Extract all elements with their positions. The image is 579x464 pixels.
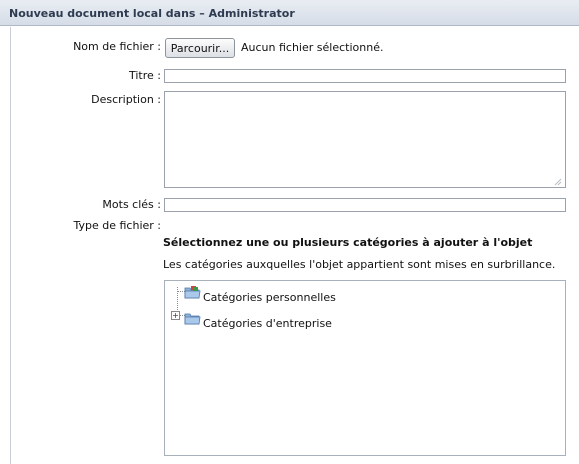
tree-node-enterprise[interactable]: Catégories d'entreprise [184,311,384,331]
tree-node-label: Catégories personnelles [203,291,336,304]
description-label: Description : [91,93,161,106]
keywords-input[interactable] [164,198,566,212]
category-tree[interactable]: Catégories personnelles + Catégories d'e… [164,280,566,456]
window-titlebar: Nouveau document local dans – Administra… [0,0,579,26]
title-label: Titre : [128,69,161,82]
expand-plus-icon[interactable]: + [171,311,180,320]
tree-node-personal[interactable]: Catégories personnelles [184,285,384,305]
categories-hint: Les catégories auxquelles l'objet appart… [163,258,556,271]
file-type-label: Type de fichier : [73,219,161,232]
folder-icon [184,285,201,300]
keywords-label: Mots clés : [102,198,161,211]
browse-button[interactable]: Parcourir... [165,38,235,58]
file-status-text: Aucun fichier sélectionné. [241,41,384,54]
tree-node-label: Catégories d'entreprise [203,317,332,330]
folder-icon [184,311,201,326]
resize-grip-icon[interactable] [552,176,562,186]
title-input[interactable] [164,69,566,83]
file-name-label: Nom de fichier : [73,40,161,53]
description-textarea[interactable] [164,91,566,188]
window-title: Nouveau document local dans – Administra… [9,7,295,20]
categories-heading: Sélectionnez une ou plusieurs catégories… [163,236,533,249]
